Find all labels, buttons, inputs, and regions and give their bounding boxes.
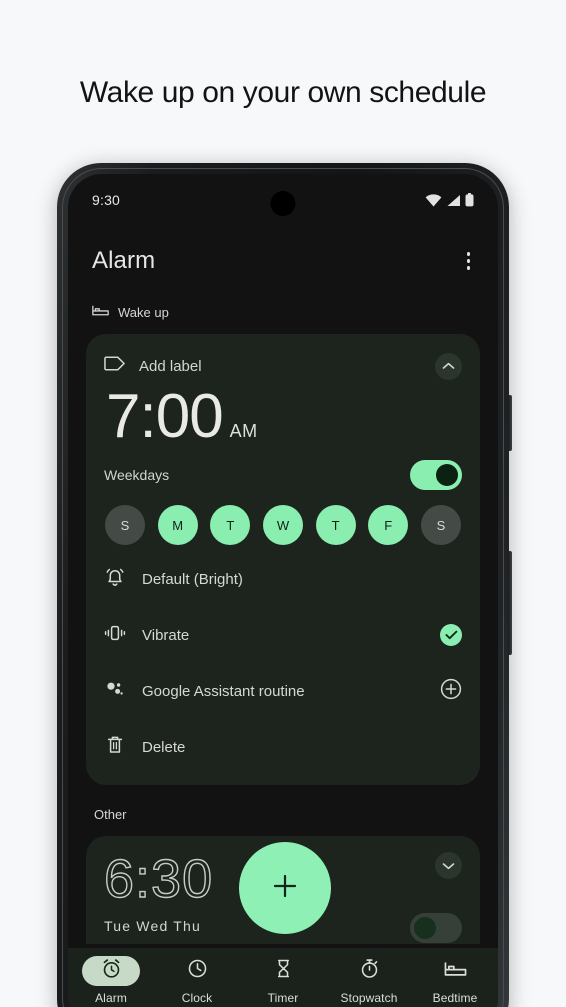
bed-icon — [92, 304, 109, 320]
section-label-text: Other — [94, 807, 127, 822]
power-button[interactable] — [508, 395, 512, 451]
bed-icon — [444, 960, 467, 983]
day-chip-tuesday[interactable]: T — [210, 505, 251, 545]
status-bar-time: 9:30 — [92, 192, 121, 208]
collapse-alarm-button[interactable] — [435, 352, 462, 380]
day-chip-wednesday[interactable]: W — [262, 505, 303, 545]
wifi-icon — [425, 193, 442, 207]
nav-label: Timer — [267, 991, 299, 1005]
plus-circle-icon — [440, 678, 462, 705]
option-row-assistant-routine[interactable]: Google Assistant routine — [104, 669, 462, 713]
day-chip-monday[interactable]: M — [157, 505, 198, 545]
nav-item-timer[interactable]: Timer — [240, 956, 326, 1005]
nav-icon-wrap — [254, 956, 312, 986]
toggle-knob — [414, 917, 436, 939]
day-chip-saturday[interactable]: S — [420, 505, 461, 545]
phone-mockup: 9:30 Alarm Wake up Add label 7:00 AM Wee… — [57, 163, 512, 1007]
overflow-dot — [466, 252, 470, 256]
nav-item-clock[interactable]: Clock — [154, 956, 240, 1005]
option-label: Vibrate — [142, 626, 190, 644]
bottom-navigation-bar: Alarm Clock Timer Stopwatch Bedtime — [68, 948, 498, 1007]
tag-icon — [104, 356, 125, 376]
option-row-ringtone[interactable]: Default (Bright) — [104, 557, 462, 601]
nav-icon-wrap — [426, 956, 484, 986]
overflow-menu-button[interactable] — [463, 246, 475, 276]
alarm-enable-toggle[interactable] — [410, 460, 462, 490]
alarm-clock-icon — [101, 958, 122, 984]
nav-label: Clock — [181, 991, 213, 1005]
bell-icon — [104, 566, 126, 593]
nav-icon-wrap — [340, 956, 398, 986]
status-bar-icons — [425, 193, 474, 207]
nav-active-pill — [82, 956, 140, 986]
nav-label: Stopwatch — [340, 991, 398, 1005]
nav-item-stopwatch[interactable]: Stopwatch — [326, 956, 412, 1005]
hourglass-icon — [273, 958, 294, 984]
overflow-dot — [466, 266, 470, 270]
day-chip-friday[interactable]: F — [368, 505, 409, 545]
nav-label: Alarm — [95, 991, 127, 1005]
option-row-delete[interactable]: Delete — [104, 725, 462, 769]
clock-icon — [187, 958, 208, 984]
nav-item-bedtime[interactable]: Bedtime — [412, 956, 498, 1005]
assistant-icon — [104, 678, 126, 705]
plus-icon — [270, 871, 300, 906]
section-header-wake-up: Wake up — [68, 282, 498, 328]
app-header: Alarm — [68, 226, 498, 282]
alarm-card-collapsed-controls — [410, 852, 462, 943]
trash-icon — [104, 734, 126, 761]
alarm-meridiem: AM — [229, 421, 258, 441]
nav-icon-wrap — [168, 956, 226, 986]
overflow-dot — [466, 259, 470, 263]
alarm-card-expanded[interactable]: Add label 7:00 AM Weekdays S M T W T F S… — [86, 334, 480, 785]
option-row-vibrate[interactable]: Vibrate — [104, 613, 462, 657]
page-title: Wake up on your own schedule — [79, 76, 487, 109]
volume-button[interactable] — [508, 551, 512, 655]
option-trailing[interactable] — [440, 678, 462, 705]
expand-alarm-button[interactable] — [435, 852, 462, 879]
section-label-text: Wake up — [118, 304, 169, 320]
alarm-repeat-label: Weekdays — [104, 467, 170, 483]
option-label: Default (Bright) — [142, 570, 243, 588]
app-title: Alarm — [92, 247, 156, 274]
front-camera-punch-hole — [270, 191, 296, 216]
option-label: Google Assistant routine — [142, 682, 305, 700]
option-label: Delete — [142, 738, 186, 756]
day-chip-sunday[interactable]: S — [105, 505, 145, 545]
stopwatch-icon — [359, 958, 380, 984]
weekday-selector: S M T W T F S — [104, 505, 462, 545]
check-circle-icon — [440, 624, 462, 646]
chevron-down-icon — [442, 857, 455, 875]
add-label-button[interactable]: Add label — [104, 356, 202, 376]
battery-icon — [465, 193, 474, 207]
phone-screen: 9:30 Alarm Wake up Add label 7:00 AM Wee… — [68, 174, 498, 1007]
alarm-enable-toggle-secondary[interactable] — [410, 913, 462, 943]
section-header-other: Other — [68, 785, 498, 830]
alarm-time-display[interactable]: 7:00 AM — [104, 386, 462, 448]
day-chip-thursday[interactable]: T — [315, 505, 356, 545]
chevron-up-icon — [442, 357, 455, 375]
option-trailing[interactable] — [440, 624, 462, 646]
alarm-label-row: Add label — [104, 348, 462, 384]
toggle-knob — [436, 464, 458, 486]
add-alarm-fab[interactable] — [239, 842, 331, 934]
status-bar: 9:30 — [68, 174, 498, 226]
add-label-text: Add label — [139, 357, 202, 375]
nav-item-alarm[interactable]: Alarm — [68, 956, 154, 1005]
cellular-signal-icon — [446, 194, 461, 207]
vibrate-icon — [104, 622, 126, 649]
alarm-time: 7:00 — [106, 382, 224, 451]
alarm-repeat-row: Weekdays — [104, 460, 462, 490]
nav-label: Bedtime — [432, 991, 478, 1005]
